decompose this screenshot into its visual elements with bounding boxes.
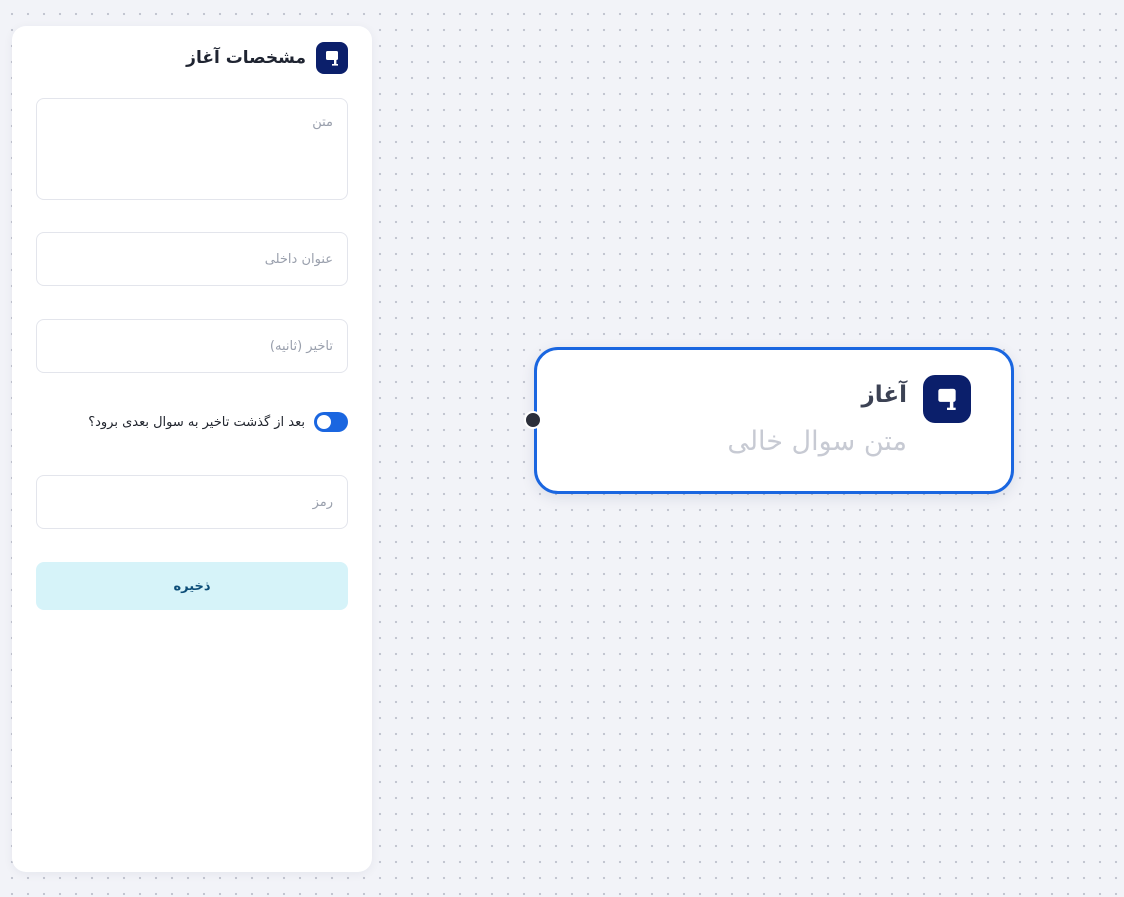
start-node[interactable]: آغاز متن سوال خالی (534, 347, 1014, 494)
password-input[interactable] (36, 475, 348, 529)
node-title: آغاز (861, 382, 907, 408)
panel-header: مشخصات آغاز (186, 42, 348, 74)
node-connection-handle[interactable] (524, 411, 542, 429)
internal-title-input[interactable] (36, 232, 348, 286)
flag-icon (316, 42, 348, 74)
auto-advance-toggle[interactable] (314, 412, 348, 432)
flag-icon (923, 375, 971, 423)
toggle-knob (317, 415, 331, 429)
auto-advance-row: بعد از گذشت تاخیر به سوال بعدی برود؟ (88, 412, 348, 432)
properties-panel: مشخصات آغاز بعد از گذشت تاخیر به سوال بع… (12, 26, 372, 872)
delay-seconds-input[interactable] (36, 319, 348, 373)
node-subtitle: متن سوال خالی (727, 426, 907, 457)
auto-advance-label: بعد از گذشت تاخیر به سوال بعدی برود؟ (88, 414, 305, 430)
text-field[interactable] (36, 98, 348, 200)
panel-title: مشخصات آغاز (186, 48, 306, 68)
save-button[interactable]: ذخیره (36, 562, 348, 610)
